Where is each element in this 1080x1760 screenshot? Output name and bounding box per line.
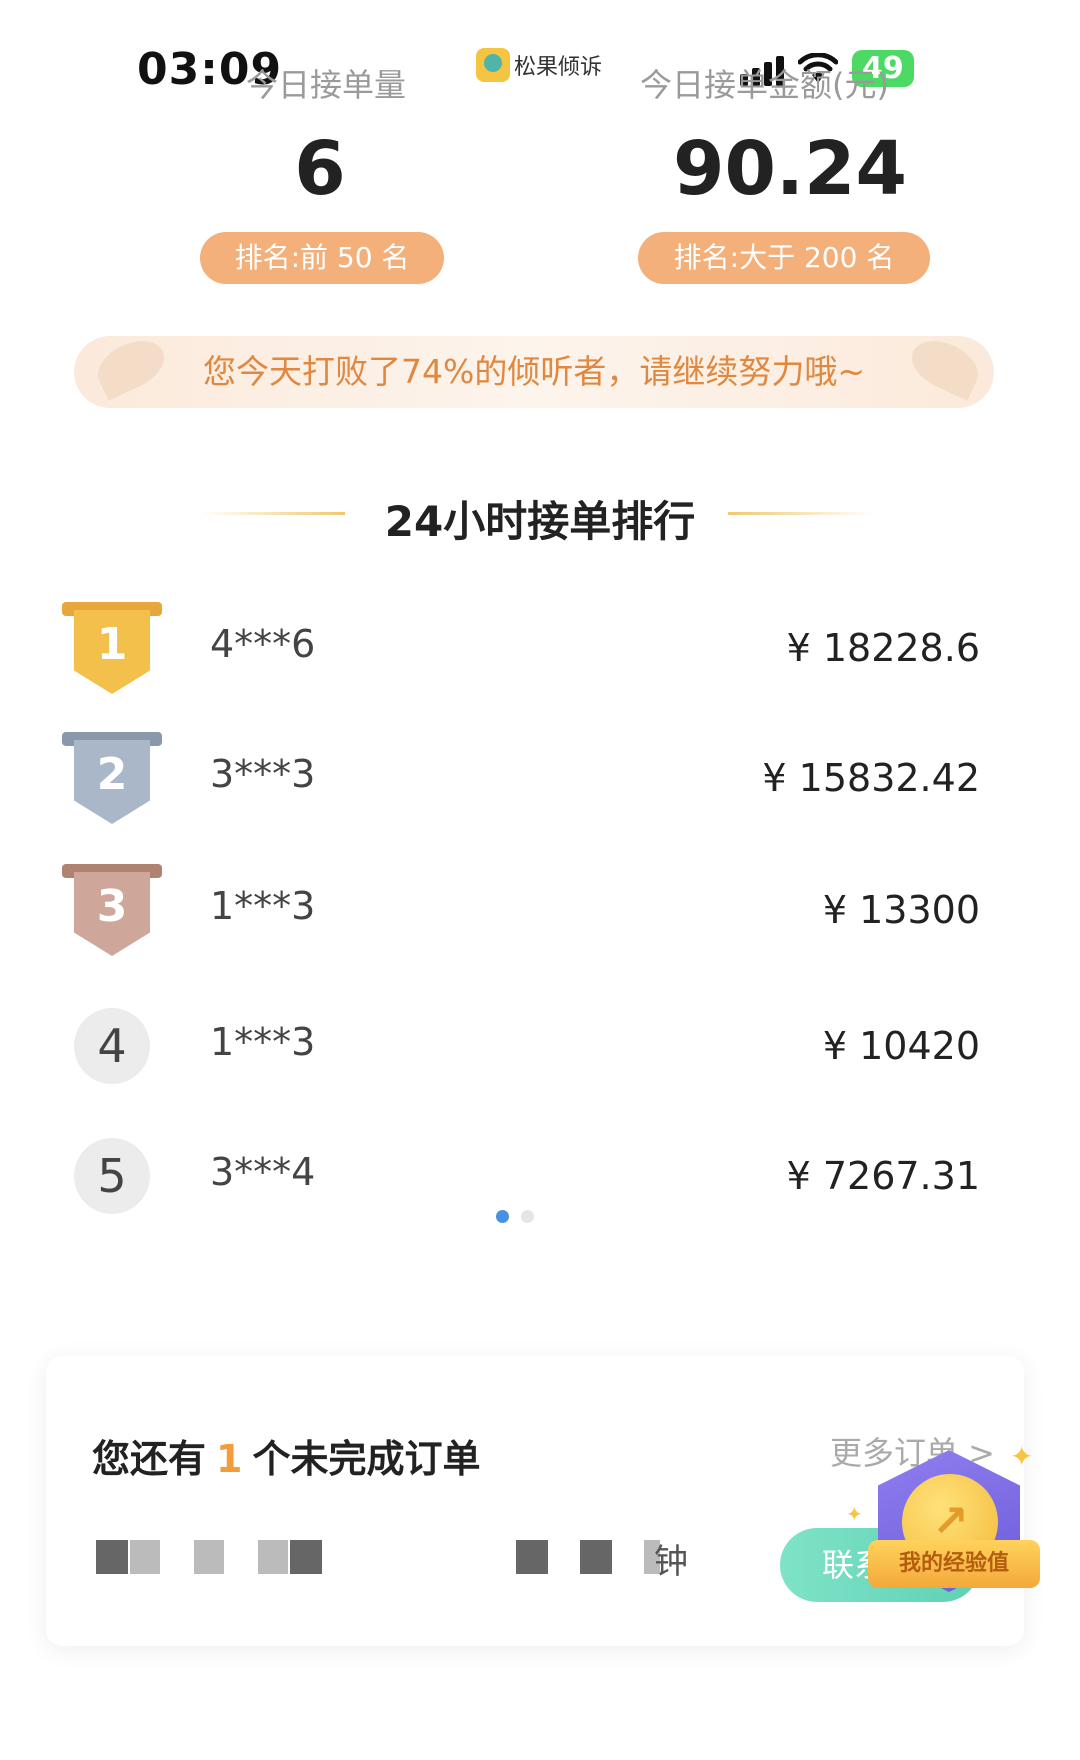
listener-name: 3***4 [210, 1150, 316, 1194]
blurred-info [580, 1540, 612, 1574]
ranking-title: 24小时接单排行 [384, 497, 696, 546]
gold-medal-icon: 1 [62, 602, 162, 694]
rank-number: 2 [74, 740, 150, 824]
silver-medal-icon: 2 [62, 732, 162, 824]
listener-name: 1***3 [210, 884, 316, 928]
ranking-row: 3 1***3 ¥ 13300 [60, 864, 980, 964]
ranking-row: 1 4***6 ¥ 18228.6 [60, 602, 980, 702]
blurred-info [130, 1540, 160, 1574]
order-duration: 钟 [654, 1542, 688, 1582]
bronze-medal-icon: 3 [62, 864, 162, 956]
listener-amount: ¥ 18228.6 [786, 626, 980, 670]
pagination-dots[interactable] [496, 1210, 534, 1223]
blurred-info [194, 1540, 224, 1574]
encourage-banner: 您今天打败了74%的倾听者，请继续努力哦~ [74, 336, 994, 408]
orders-rank-badge: 排名:前 50 名 [200, 232, 444, 284]
page-dot-active[interactable] [496, 1210, 509, 1223]
sparkle-icon: ✦ [846, 1502, 863, 1526]
orders-label: 今日接单量 [246, 66, 407, 104]
listener-amount: ¥ 15832.42 [762, 756, 980, 800]
listener-name: 3***3 [210, 752, 316, 796]
listener-amount: ¥ 13300 [822, 888, 980, 932]
blurred-info [96, 1540, 128, 1574]
rank-number: 1 [74, 610, 150, 694]
exp-badge-label[interactable]: 我的经验值 [868, 1540, 1040, 1588]
app-logo: 松果倾诉 [476, 48, 602, 82]
orders-value: 6 [294, 126, 346, 212]
sparkle-icon: ✦ [1010, 1440, 1034, 1473]
ranking-row: 4 1***3 ¥ 10420 [60, 1000, 980, 1100]
ranking-row: 2 3***3 ¥ 15832.42 [60, 732, 980, 832]
pinecone-logo-icon [476, 48, 510, 82]
blurred-info [258, 1540, 288, 1574]
title-divider-right [728, 512, 873, 515]
amount-label: 今日接单金额(元) [640, 66, 889, 104]
amount-rank-badge: 排名:大于 200 名 [638, 232, 930, 284]
blurred-info [290, 1540, 322, 1574]
pending-count: 1 [216, 1437, 243, 1481]
pending-prefix: 您还有 [92, 1437, 207, 1481]
listener-amount: ¥ 7267.31 [786, 1154, 980, 1198]
rank-number: 4 [74, 1008, 150, 1084]
rank-number: 3 [74, 872, 150, 956]
amount-value: 90.24 [672, 126, 908, 212]
listener-name: 1***3 [210, 1020, 316, 1064]
page-dot[interactable] [521, 1210, 534, 1223]
pending-order-card [46, 1356, 1024, 1646]
rank-number: 5 [74, 1138, 150, 1214]
app-name: 松果倾诉 [514, 55, 603, 80]
pending-order-title: 您还有 1 个未完成订单 [92, 1428, 480, 1483]
listener-amount: ¥ 10420 [822, 1024, 980, 1068]
listener-name: 4***6 [210, 622, 316, 666]
pending-suffix: 个未完成订单 [252, 1437, 481, 1481]
blurred-info [516, 1540, 548, 1574]
